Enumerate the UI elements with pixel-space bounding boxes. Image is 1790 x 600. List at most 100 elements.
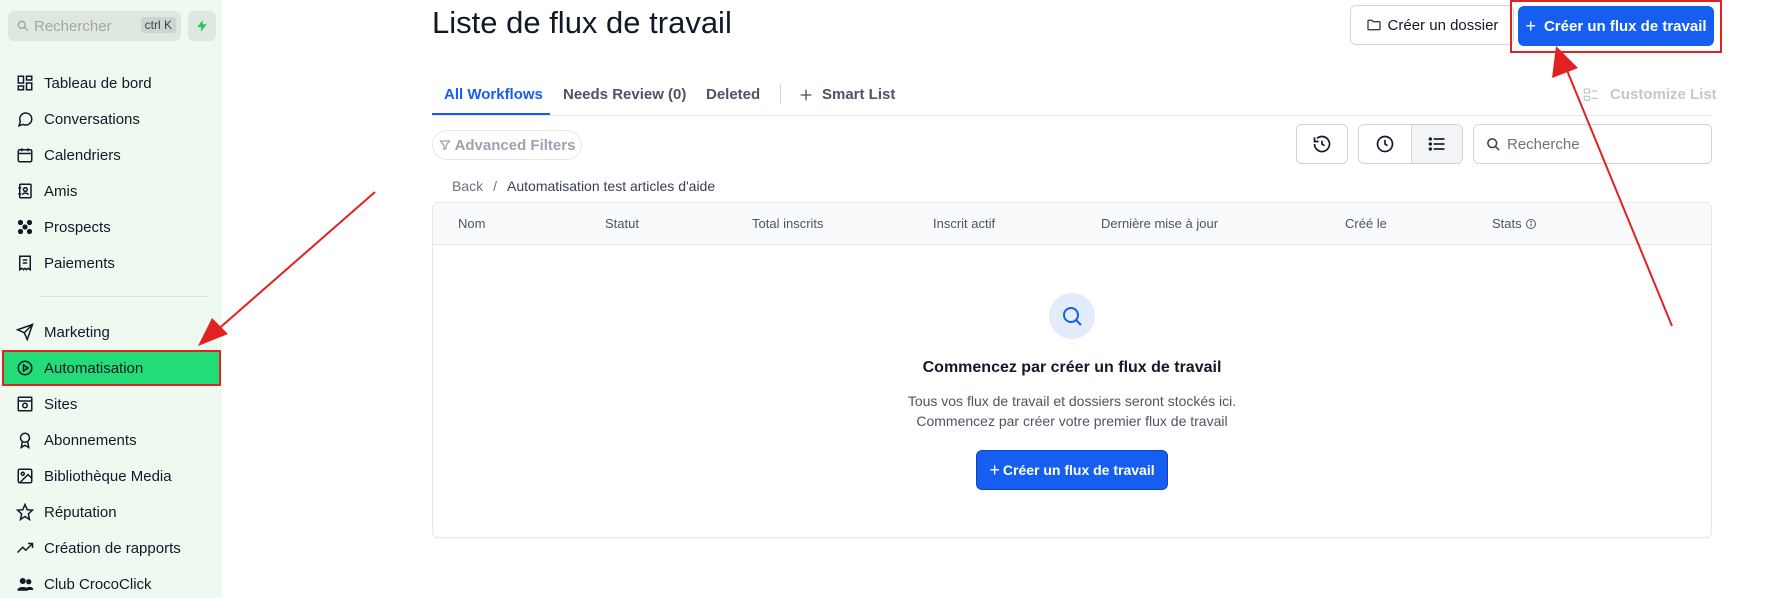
sidebar-item-reports[interactable]: Création de rapports (0, 532, 222, 564)
sidebar-item-friends[interactable]: Amis (0, 175, 222, 207)
search-input[interactable]: Recherche (1473, 124, 1712, 164)
contacts-icon (18, 183, 32, 199)
star-icon (16, 503, 34, 521)
automation-icon (17, 360, 33, 376)
sidebar-item-label: Conversations (44, 110, 140, 128)
sidebar-item-club[interactable]: Club CrocoClick (0, 568, 222, 600)
column-header-last-updated[interactable]: Dernière mise à jour (1101, 216, 1218, 231)
empty-state-button-label: Créer un flux de travail (1002, 462, 1155, 478)
sidebar-item-label: Abonnements (44, 431, 137, 449)
folder-icon (1366, 19, 1381, 31)
sidebar-item-automation[interactable]: Automatisation (2, 350, 221, 386)
sidebar-item-calendars[interactable]: Calendriers (0, 139, 222, 171)
trending-icon (16, 542, 34, 554)
page-title: Liste de flux de travail (432, 5, 732, 40)
sidebar-item-conversations[interactable]: Conversations (0, 103, 222, 135)
search-icon (1487, 137, 1500, 151)
sidebar-divider (40, 296, 208, 297)
sidebar-item-label: Prospects (44, 218, 111, 236)
empty-state-description-2: Commencez par créer votre premier flux d… (916, 413, 1228, 429)
breadcrumb-current: Automatisation test articles d'aide (507, 178, 716, 194)
empty-state-description-1: Tous vos flux de travail et dossiers ser… (907, 393, 1237, 409)
stats-label: Stats (1492, 216, 1522, 231)
list-icon (1428, 137, 1445, 151)
column-header-active-enrolled[interactable]: Inscrit actif (933, 216, 995, 231)
empty-state-create-workflow-button[interactable]: + Créer un flux de travail (976, 450, 1168, 490)
active-tab-indicator (432, 113, 550, 115)
column-header-stats[interactable]: Stats (1492, 216, 1537, 231)
history-button[interactable] (1296, 124, 1348, 164)
sidebar-item-label: Sites (44, 395, 78, 413)
create-folder-label: Créer un dossier (1387, 16, 1499, 34)
sites-icon (17, 396, 33, 412)
smart-list-label: Smart List (822, 86, 896, 103)
sidebar-item-label: Paiements (44, 254, 115, 272)
workflow-tabs: All Workflows Needs Review (0) Deleted S… (432, 78, 1712, 116)
sidebar-item-label: Calendriers (44, 146, 121, 164)
sidebar-item-prospects[interactable]: Prospects (0, 211, 222, 243)
empty-state-icon (1049, 293, 1095, 339)
sidebar-item-label: Automatisation (44, 359, 144, 377)
sidebar-item-label: Amis (44, 182, 78, 200)
tab-smart-list[interactable]: Smart List (798, 86, 895, 103)
search-icon (17, 20, 29, 32)
calendar-icon (17, 148, 33, 163)
list-view-button[interactable] (1411, 124, 1463, 164)
sidebar-item-reputation[interactable]: Réputation (0, 496, 222, 528)
image-icon (17, 468, 33, 484)
tab-deleted[interactable]: Deleted (706, 86, 760, 103)
advanced-filters-button[interactable]: Advanced Filters (432, 130, 582, 160)
send-icon (16, 323, 34, 341)
breadcrumb-separator: / (493, 178, 498, 194)
clock-icon (1376, 135, 1394, 153)
column-header-status[interactable]: Statut (605, 216, 639, 231)
sidebar-item-payments[interactable]: Paiements (0, 247, 222, 279)
sidebar-item-sites[interactable]: Sites (0, 388, 222, 420)
breadcrumb-back-link[interactable]: Back (452, 178, 483, 194)
annotation-highlight-box: + Créer un flux de travail (1510, 0, 1722, 53)
annotation-arrow-sidebar (198, 191, 376, 346)
column-header-total-enrolled[interactable]: Total inscrits (752, 216, 824, 231)
shortcut-badge: ctrl K (140, 17, 176, 33)
tab-needs-review[interactable]: Needs Review (0) (563, 86, 686, 103)
tab-separator (780, 84, 781, 104)
column-header-name[interactable]: Nom (458, 216, 485, 231)
sidebar-search[interactable]: Rechercher ctrl K (8, 11, 181, 41)
customize-list-button[interactable]: Customize List (1582, 86, 1717, 103)
breadcrumb: Back / Automatisation test articles d'aide (452, 178, 715, 194)
sidebar-item-label: Club CrocoClick (44, 575, 152, 593)
column-header-created[interactable]: Créé le (1345, 216, 1387, 231)
columns-icon (1583, 87, 1598, 101)
sidebar-item-label: Marketing (44, 323, 110, 341)
create-folder-button[interactable]: Créer un dossier (1350, 5, 1514, 45)
sidebar-item-dashboard[interactable]: Tableau de bord (0, 67, 222, 99)
table-header: Nom Statut Total inscrits Inscrit actif … (433, 203, 1711, 245)
tab-all-workflows[interactable]: All Workflows (444, 86, 543, 103)
history-icon (1313, 135, 1331, 153)
sidebar-item-label: Création de rapports (44, 539, 181, 557)
search-placeholder: Recherche (1507, 135, 1580, 153)
filter-icon (438, 140, 451, 151)
lightning-icon (197, 20, 207, 32)
sidebar-item-marketing[interactable]: Marketing (0, 316, 222, 348)
plus-icon: + (1525, 15, 1536, 36)
users-icon (17, 578, 34, 591)
quick-action-button[interactable] (188, 11, 216, 41)
advanced-filters-label: Advanced Filters (454, 136, 576, 154)
create-workflow-button[interactable]: + Créer un flux de travail (1518, 6, 1714, 46)
sidebar-search-placeholder: Rechercher (34, 17, 112, 35)
plus-icon: + (989, 459, 1000, 480)
plus-icon (800, 89, 812, 100)
payments-icon (19, 255, 31, 272)
dashboard-icon (17, 75, 33, 91)
award-icon (19, 432, 31, 449)
chat-icon (17, 112, 33, 127)
create-workflow-label: Créer un flux de travail (1543, 17, 1707, 35)
time-view-button[interactable] (1358, 124, 1412, 164)
sidebar-item-media-library[interactable]: Bibliothèque Media (0, 460, 222, 492)
sidebar-item-label: Réputation (44, 503, 117, 521)
search-icon (1063, 307, 1082, 326)
sidebar-item-label: Tableau de bord (44, 74, 152, 92)
info-icon (1525, 218, 1536, 229)
sidebar-item-subscriptions[interactable]: Abonnements (0, 424, 222, 456)
